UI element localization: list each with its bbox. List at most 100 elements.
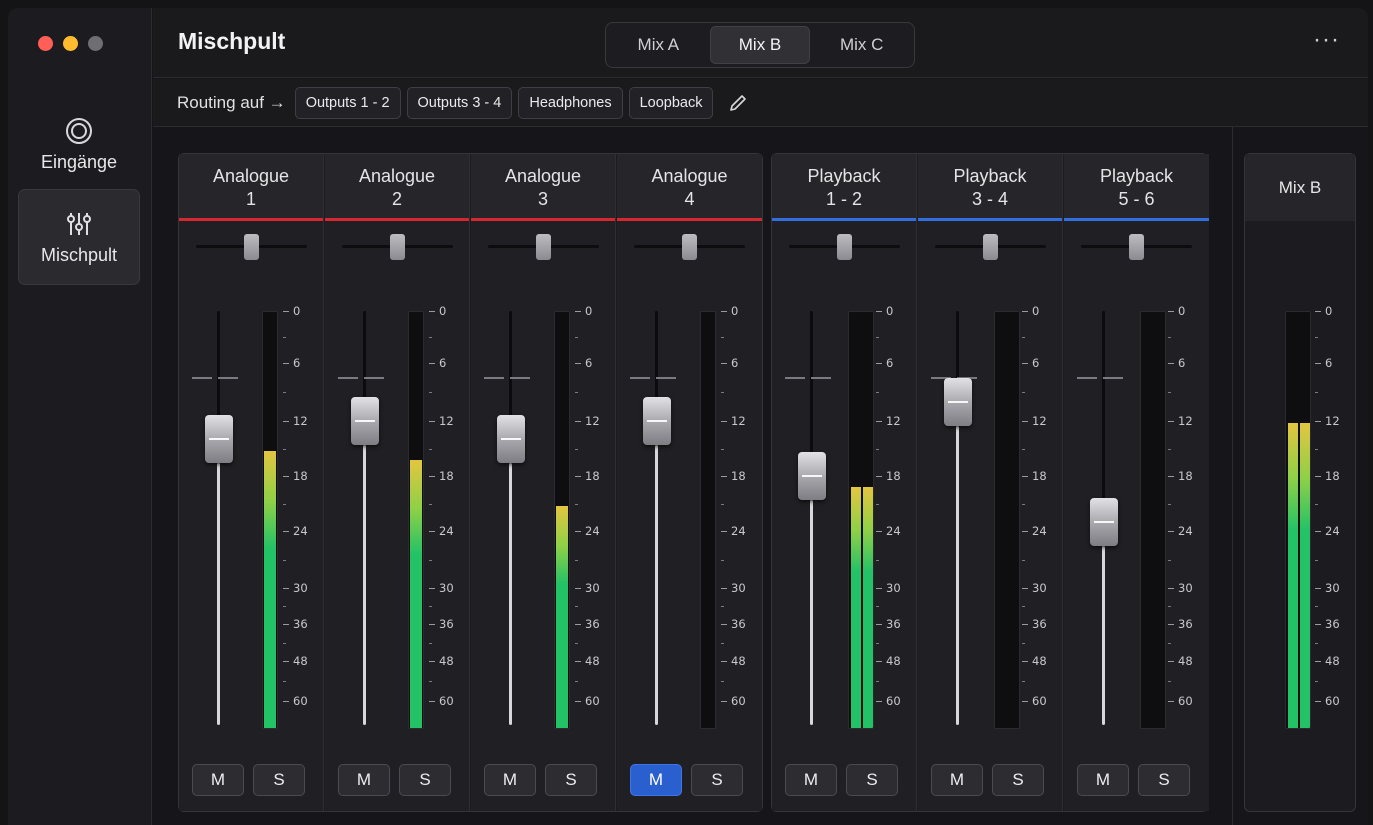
tab-mix-b[interactable]: Mix B: [709, 26, 811, 64]
meter-scale-tick: 30: [283, 581, 308, 595]
meter-scale-tick: 18: [1022, 469, 1047, 483]
mute-button[interactable]: M: [1077, 764, 1129, 796]
pan-slider-handle[interactable]: [983, 234, 998, 260]
level-meter: [262, 311, 278, 729]
zoom-window-button[interactable]: [88, 36, 103, 51]
route-loopback-button[interactable]: Loopback: [628, 86, 714, 119]
minimize-window-button[interactable]: [63, 36, 78, 51]
meter-scale-tick: 60: [1168, 694, 1193, 708]
mute-button[interactable]: M: [484, 764, 536, 796]
meter-scale-minor-tick: [876, 448, 879, 450]
meter-scale-label: 0: [731, 304, 739, 318]
inputs-icon: [64, 116, 94, 146]
meter-scale-tick: 30: [1168, 581, 1193, 595]
tab-mix-a[interactable]: Mix A: [609, 26, 708, 64]
mute-button[interactable]: M: [785, 764, 837, 796]
sidebar-item-inputs[interactable]: Eingänge: [18, 96, 140, 192]
tab-mix-c[interactable]: Mix C: [812, 26, 911, 64]
pan-slider-handle[interactable]: [837, 234, 852, 260]
meter-scale-tick: 18: [429, 469, 454, 483]
meter-scale-minor-tick: [721, 448, 724, 450]
meter-scale-minor-tick: [721, 642, 724, 644]
sidebar: Eingänge Mischpult: [8, 8, 152, 825]
meter-scale-label: 48: [1325, 654, 1340, 668]
meter-scale-tick: 30: [429, 581, 454, 595]
meter-scale-label: 24: [1178, 524, 1193, 538]
meter-scale: 0 6 12 18 24 30 36 48 60: [429, 304, 469, 729]
fader-handle[interactable]: [1090, 497, 1118, 546]
meter-scale-label: 48: [886, 654, 901, 668]
meter-scale-label: 18: [585, 469, 600, 483]
meter-scale-minor-tick: [1022, 681, 1025, 682]
more-options-button[interactable]: ···: [1313, 26, 1340, 54]
meter-scale-tick: 12: [283, 414, 308, 428]
meter-scale-minor-tick: [575, 681, 578, 682]
pan-slider-handle[interactable]: [1129, 234, 1144, 260]
level-meter-bar: [410, 459, 422, 728]
mute-button[interactable]: M: [630, 764, 682, 796]
mix-tabs: Mix A Mix B Mix C: [605, 22, 915, 68]
meter-scale-label: 18: [1325, 469, 1340, 483]
fader-handle[interactable]: [944, 377, 972, 426]
mute-button[interactable]: M: [931, 764, 983, 796]
route-outputs-3-4-button[interactable]: Outputs 3 - 4: [406, 86, 513, 119]
pan-slider-handle[interactable]: [244, 234, 259, 260]
meter-scale-tick: 0: [283, 304, 300, 318]
solo-button[interactable]: S: [545, 764, 597, 796]
pencil-icon[interactable]: [727, 92, 749, 114]
mixer-sliders-icon: [64, 209, 94, 239]
solo-button[interactable]: S: [399, 764, 451, 796]
fader-handle[interactable]: [798, 452, 826, 500]
meter-scale-minor-tick: [876, 606, 879, 607]
mute-button[interactable]: M: [338, 764, 390, 796]
fader-handle[interactable]: [497, 415, 525, 464]
meter-scale-label: 24: [439, 524, 454, 538]
meter-scale-label: 48: [1032, 654, 1047, 668]
meter-scale-label: 48: [439, 654, 454, 668]
app-window: Eingänge Mischpult Mischpult Mix A Mix B…: [8, 8, 1368, 825]
close-window-button[interactable]: [38, 36, 53, 51]
channel-name-line2: 4: [684, 188, 695, 209]
channel-name-line2: 1 - 2: [825, 188, 863, 209]
meter-scale-label: 6: [886, 356, 894, 370]
solo-button[interactable]: S: [691, 764, 743, 796]
solo-button[interactable]: S: [1138, 764, 1190, 796]
meter-scale-minor-tick: [1168, 337, 1171, 338]
meter-scale-minor-tick: [283, 503, 286, 505]
channel-name-line2: 1: [245, 188, 256, 209]
sidebar-item-mixer[interactable]: Mischpult: [18, 189, 140, 285]
meter-scale-tick: 30: [1022, 581, 1047, 595]
meter-scale-tick: 36: [1022, 617, 1047, 631]
meter-scale-minor-tick: [721, 606, 724, 607]
meter-scale-tick: 30: [1315, 581, 1340, 595]
solo-button[interactable]: S: [253, 764, 305, 796]
meter-scale-label: 36: [886, 617, 901, 631]
pan-slider-handle[interactable]: [682, 234, 697, 260]
meter-scale-label: 12: [1325, 414, 1340, 428]
meter-scale-label: 12: [731, 414, 746, 428]
route-headphones-button[interactable]: Headphones: [518, 86, 623, 119]
meter-scale-minor-tick: [575, 392, 578, 393]
meter-scale-tick: 36: [1315, 617, 1340, 631]
meter-scale-tick: 36: [575, 617, 600, 631]
meter-scale-tick: 60: [429, 694, 454, 708]
level-meter-bar: [851, 487, 861, 728]
meter-scale-minor-tick: [1315, 392, 1318, 393]
solo-button[interactable]: S: [992, 764, 1044, 796]
pan-slider-handle[interactable]: [390, 234, 405, 260]
mute-button[interactable]: M: [192, 764, 244, 796]
meter-scale-tick: 6: [721, 356, 738, 370]
meter-scale-label: 60: [1178, 694, 1193, 708]
meter-scale-tick: 24: [721, 524, 746, 538]
channel-strip-playback-3: Playback 5 - 6 0 6 12 18 24 30 36 48 60 M S: [1064, 154, 1209, 811]
level-meter-bar: [1300, 423, 1310, 728]
fader-handle[interactable]: [351, 397, 379, 445]
route-outputs-1-2-button[interactable]: Outputs 1 - 2: [294, 86, 401, 119]
fader-handle[interactable]: [205, 415, 233, 464]
solo-button[interactable]: S: [846, 764, 898, 796]
pan-slider-handle[interactable]: [536, 234, 551, 260]
meter-scale-label: 60: [886, 694, 901, 708]
fader-handle[interactable]: [643, 397, 671, 445]
routing-label: Routing auf →: [177, 92, 286, 112]
meter-scale-minor-tick: [429, 681, 432, 682]
